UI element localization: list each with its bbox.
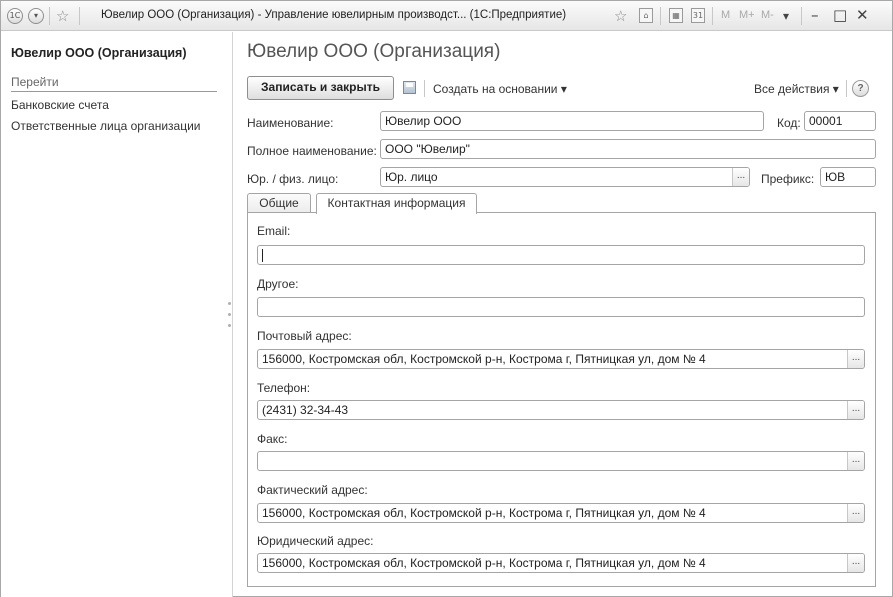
nav-link-bank-accounts[interactable]: Банковские счета <box>11 98 109 112</box>
calendar-icon[interactable]: 31 <box>691 8 705 23</box>
maximize-icon[interactable]: □ <box>833 6 847 24</box>
email-label: Email: <box>257 224 291 238</box>
actual-address-field[interactable]: 156000, Костромская обл, Костромской р-н… <box>257 503 865 523</box>
legal-address-field[interactable]: 156000, Костромская обл, Костромской р-н… <box>257 553 865 573</box>
phone-field[interactable]: (2431) 32-34-43 ... <box>257 400 865 420</box>
favorite-star-icon[interactable]: ☆ <box>56 7 69 25</box>
legal-address-value: 156000, Костромская обл, Костромской р-н… <box>262 556 706 570</box>
other-field[interactable] <box>257 297 865 317</box>
separator <box>49 7 50 25</box>
postal-address-value: 156000, Костромская обл, Костромской р-н… <box>262 352 706 366</box>
minimize-icon[interactable]: – <box>811 6 819 24</box>
all-actions-button[interactable]: Все действия ▾ <box>754 82 839 96</box>
title-bar: 1С ▾ ☆ Ювелир ООО (Организация) - Управл… <box>1 1 892 31</box>
entity-type-label: Юр. / физ. лицо: <box>247 172 339 186</box>
actual-address-value: 156000, Костромская обл, Костромской р-н… <box>262 506 706 520</box>
separator <box>424 80 425 97</box>
postal-address-select-button[interactable]: ... <box>847 350 864 368</box>
close-icon[interactable]: ✕ <box>856 6 869 24</box>
nav-link-responsible-persons[interactable]: Ответственные лица организации <box>11 119 201 133</box>
full-name-field[interactable]: ООО "Ювелир" <box>380 139 876 159</box>
fax-select-button[interactable]: ... <box>847 452 864 470</box>
full-name-label: Полное наименование: <box>247 144 377 158</box>
memory-minus-button[interactable]: M- <box>761 9 774 21</box>
nav-section-goto: Перейти <box>11 75 59 89</box>
prefix-label: Префикс: <box>761 172 815 186</box>
legal-address-label: Юридический адрес: <box>257 534 374 548</box>
save-and-close-button[interactable]: Записать и закрыть <box>247 76 394 100</box>
phone-value: (2431) 32-34-43 <box>262 403 349 417</box>
separator <box>79 7 80 25</box>
tab-general[interactable]: Общие <box>247 193 311 213</box>
save-disk-icon[interactable] <box>403 81 416 94</box>
other-label: Другое: <box>257 277 299 291</box>
entity-type-select-button[interactable]: ... <box>732 168 749 186</box>
chevron-down-icon[interactable]: ▾ <box>783 9 789 23</box>
separator <box>660 7 661 25</box>
app-window: 1С ▾ ☆ Ювелир ООО (Организация) - Управл… <box>0 0 893 597</box>
splitter-grip-dot[interactable] <box>228 313 231 316</box>
prefix-field[interactable]: ЮВ <box>820 167 876 187</box>
text-cursor <box>262 249 263 263</box>
actual-address-label: Фактический адрес: <box>257 483 368 497</box>
postal-address-field[interactable]: 156000, Костромская обл, Костромской р-н… <box>257 349 865 369</box>
separator <box>712 7 713 25</box>
postal-address-label: Почтовый адрес: <box>257 329 352 343</box>
navigation-panel: Ювелир ООО (Организация) Перейти Банковс… <box>1 32 233 597</box>
separator <box>801 7 802 25</box>
splitter-grip-dot[interactable] <box>228 302 231 305</box>
window-title: Ювелир ООО (Организация) - Управление юв… <box>101 9 567 21</box>
phone-label: Телефон: <box>257 381 311 395</box>
code-field[interactable]: 00001 <box>804 111 876 131</box>
phone-select-button[interactable]: ... <box>847 401 864 419</box>
splitter-grip-dot[interactable] <box>228 324 231 327</box>
legal-address-select-button[interactable]: ... <box>847 554 864 572</box>
memory-plus-button[interactable]: M+ <box>739 9 755 21</box>
memory-m-button[interactable]: M <box>721 9 730 21</box>
chevron-down-icon[interactable]: ▾ <box>28 8 44 24</box>
name-label: Наименование: <box>247 116 334 130</box>
actual-address-select-button[interactable]: ... <box>847 504 864 522</box>
fax-field[interactable]: ... <box>257 451 865 471</box>
tab-contact-info[interactable]: Контактная информация <box>316 193 477 214</box>
1c-logo-icon[interactable]: 1С <box>7 8 23 24</box>
fax-label: Факс: <box>257 432 288 446</box>
nav-panel-title: Ювелир ООО (Организация) <box>11 46 187 60</box>
create-based-on-button[interactable]: Создать на основании ▾ <box>433 82 567 96</box>
entity-type-value: Юр. лицо <box>385 170 438 184</box>
separator <box>846 80 847 97</box>
favorite-star-icon[interactable]: ☆ <box>614 7 627 25</box>
calculator-icon[interactable]: ▦ <box>669 8 683 23</box>
email-field[interactable] <box>257 245 865 265</box>
code-label: Код: <box>777 116 801 130</box>
divider <box>11 91 217 92</box>
form-title: Ювелир ООО (Организация) <box>247 41 501 62</box>
history-icon[interactable]: ⌂ <box>639 8 653 23</box>
name-field[interactable]: Ювелир ООО <box>380 111 764 131</box>
entity-type-field[interactable]: Юр. лицо ... <box>380 167 750 187</box>
help-icon[interactable]: ? <box>852 80 869 97</box>
